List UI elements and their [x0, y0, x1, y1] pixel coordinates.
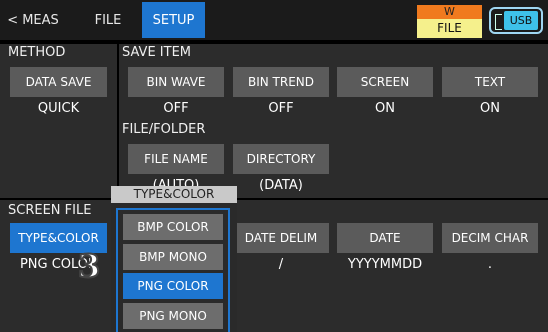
directory-button[interactable]: DIRECTORY — [233, 144, 329, 174]
method-value: QUICK — [37, 101, 80, 116]
popup-title: TYPE&COLOR — [111, 186, 237, 203]
decim-char-value: . — [487, 257, 493, 272]
date-value: YYYYMMDD — [347, 257, 423, 272]
text-button[interactable]: TEXT — [442, 67, 538, 97]
screen-file-title: SCREEN FILE — [8, 203, 92, 218]
bin-trend-value: OFF — [268, 101, 294, 116]
method-title: METHOD — [8, 45, 66, 60]
usb-indicator: USB — [489, 7, 543, 34]
save-item-title: SAVE ITEM — [122, 45, 191, 60]
tab-setup[interactable]: SETUP — [142, 2, 205, 38]
tab-meas[interactable]: < MEAS — [2, 2, 64, 38]
status-top: W — [417, 5, 482, 19]
status-bottom: FILE — [417, 19, 482, 38]
option-png-mono[interactable]: PNG MONO — [123, 303, 223, 329]
usb-label: USB — [504, 11, 538, 30]
option-bmp-color[interactable]: BMP COLOR — [123, 214, 223, 240]
bin-wave-button[interactable]: BIN WAVE — [128, 67, 224, 97]
top-bar: < MEAS FILE SETUP W FILE USB — [0, 0, 548, 40]
file-name-button[interactable]: FILE NAME — [128, 144, 224, 174]
file-folder-title: FILE/FOLDER — [122, 122, 206, 137]
date-button[interactable]: DATE — [337, 223, 433, 253]
date-delim-button[interactable]: DATE DELIM — [233, 223, 329, 253]
option-bmp-mono[interactable]: BMP MONO — [123, 244, 223, 270]
tab-file[interactable]: FILE — [76, 2, 140, 38]
decim-char-button[interactable]: DECIM CHAR — [442, 223, 538, 253]
type-color-popup: TYPE&COLOR BMP COLOR BMP MONO PNG COLOR … — [111, 186, 237, 332]
directory-value: (DATA) — [259, 178, 303, 193]
usb-icon — [495, 14, 502, 30]
screen-button[interactable]: SCREEN — [337, 67, 433, 97]
save-mode-indicator: W FILE — [417, 5, 482, 38]
screen-value: ON — [375, 101, 395, 116]
date-delim-value: / — [278, 257, 284, 272]
option-png-color[interactable]: PNG COLOR — [123, 273, 223, 299]
bin-trend-button[interactable]: BIN TREND — [233, 67, 329, 97]
data-save-button[interactable]: DATA SAVE — [10, 67, 107, 97]
text-value: ON — [480, 101, 500, 116]
callout-number: 3 — [77, 247, 101, 285]
bin-wave-value: OFF — [163, 101, 189, 116]
